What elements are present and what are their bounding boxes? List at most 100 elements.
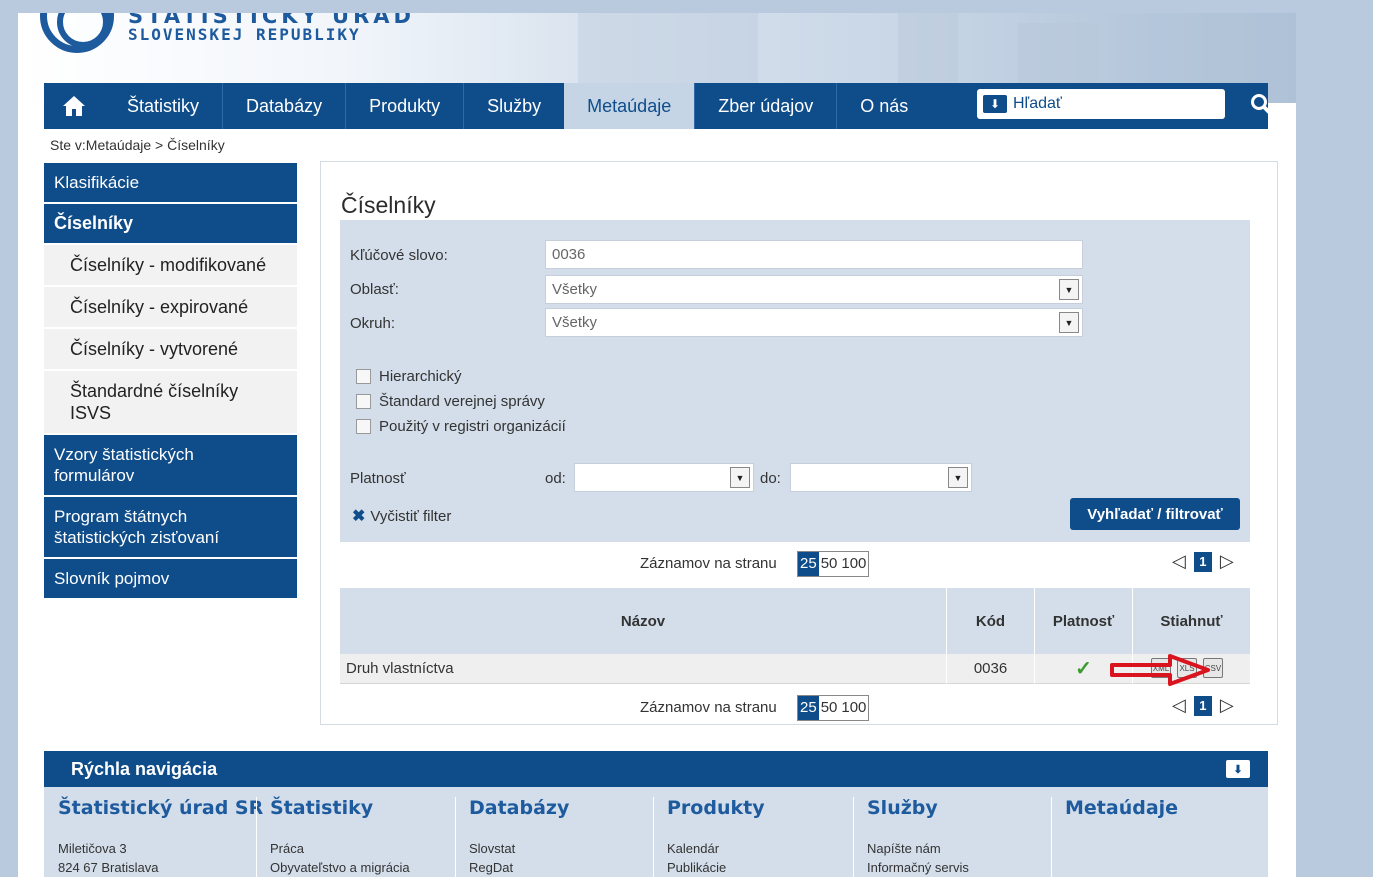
footer-link[interactable]: Napíšte nám: [867, 839, 969, 858]
circuit-select[interactable]: Všetky ▼: [545, 308, 1083, 337]
keyword-input[interactable]: [545, 240, 1083, 269]
close-icon: ✖: [352, 508, 366, 525]
footer-column-sluzby: Služby Napíšte nám Informačný servis: [867, 797, 969, 877]
footer-heading[interactable]: Štatistický úrad SR: [58, 797, 263, 819]
footer-link[interactable]: RegDat: [469, 858, 569, 877]
prev-page-icon[interactable]: ◁: [1172, 551, 1186, 572]
page-size-selector: 25 50 100: [797, 551, 870, 577]
page-size-25[interactable]: 25: [798, 696, 819, 720]
column-header-platnost[interactable]: Platnosť: [1035, 588, 1133, 654]
nav-item-o-nas[interactable]: O nás: [836, 83, 931, 129]
footer-line: Miletičova 3: [58, 841, 127, 856]
sidebar-item-program-zistovani[interactable]: Program štátnych štatistických zisťovaní: [44, 497, 297, 559]
page-size-50[interactable]: 50: [819, 552, 840, 576]
quick-navigation-bar[interactable]: Rýchla navigácia ⬇: [44, 751, 1268, 787]
column-header-nazov[interactable]: Názov: [340, 588, 947, 654]
pager-top: Záznamov na stranu 25 50 100 ◁ 1 ▷: [340, 551, 1250, 577]
footer-column-databazy: Databázy Slovstat RegDat: [469, 797, 569, 877]
footer-line: 824 67 Bratislava: [58, 860, 159, 875]
validity-from-select[interactable]: ▼: [574, 463, 754, 492]
validity-label: Platnosť: [350, 470, 406, 487]
page-size-label: Záznamov na stranu: [640, 555, 777, 572]
nav-item-databazy[interactable]: Databázy: [222, 83, 345, 129]
nav-item-sluzby[interactable]: Služby: [463, 83, 564, 129]
page-size-100[interactable]: 100: [839, 552, 868, 576]
sidebar-item-vzory-formularov[interactable]: Vzory štatistických formulárov: [44, 435, 297, 497]
filter-form: Kľúčové slovo: Oblasť: Všetky ▼ Okruh: V…: [340, 220, 1250, 542]
search-icon[interactable]: [1250, 93, 1274, 123]
footer-column-statistiky: Štatistiky Práca Obyvateľstvo a migrácia: [270, 797, 410, 877]
area-select[interactable]: Všetky ▼: [545, 275, 1083, 304]
sidebar-item-slovnik-pojmov[interactable]: Slovník pojmov: [44, 559, 297, 600]
nav-item-statistiky[interactable]: Štatistiky: [104, 83, 222, 129]
nav-item-zber-udajov[interactable]: Zber údajov: [694, 83, 836, 129]
sidebar-subitem-expirovane[interactable]: Číselníky - expirované: [44, 287, 297, 329]
footer-heading[interactable]: Štatistiky: [270, 797, 410, 819]
circuit-select-value: Všetky: [552, 314, 598, 331]
next-page-icon[interactable]: ▷: [1220, 551, 1234, 572]
checkbox-box[interactable]: [356, 394, 371, 409]
checkbox-label: Hierarchický: [379, 368, 462, 385]
checkbox-box[interactable]: [356, 419, 371, 434]
footer-divider: [853, 797, 854, 877]
column-header-stiahnut[interactable]: Stiahnuť: [1133, 588, 1250, 654]
footer-link[interactable]: Obyvateľstvo a migrácia: [270, 858, 410, 877]
page-size-label: Záznamov na stranu: [640, 699, 777, 716]
breadcrumb[interactable]: Ste v:Metaúdaje > Číselníky: [50, 137, 225, 153]
footer-link[interactable]: Práca: [270, 839, 410, 858]
sidebar: Klasifikácie Číselníky Číselníky - modif…: [44, 163, 297, 600]
pagination: ◁ 1 ▷: [1172, 551, 1234, 572]
sidebar-subitem-vytvorene[interactable]: Číselníky - vytvorené: [44, 329, 297, 371]
footer-heading[interactable]: Produkty: [667, 797, 765, 819]
table-cell-nazov[interactable]: Druh vlastníctva: [340, 654, 947, 684]
page-size-50[interactable]: 50: [819, 696, 840, 720]
pager-bottom: Záznamov na stranu 25 50 100 ◁ 1 ▷: [340, 695, 1250, 721]
chevron-down-icon[interactable]: ▼: [1059, 312, 1079, 333]
checkbox-box[interactable]: [356, 369, 371, 384]
expand-icon[interactable]: ⬇: [1226, 760, 1250, 778]
to-label: do:: [760, 470, 781, 487]
footer-heading[interactable]: Metaúdaje: [1065, 797, 1178, 819]
page-size-25[interactable]: 25: [798, 552, 819, 576]
prev-page-icon[interactable]: ◁: [1172, 695, 1186, 716]
current-page[interactable]: 1: [1193, 695, 1212, 716]
footer-link[interactable]: Informačný servis: [867, 858, 969, 877]
nav-item-produkty[interactable]: Produkty: [345, 83, 463, 129]
footer-heading[interactable]: Databázy: [469, 797, 569, 819]
sidebar-subitem-modifikovane[interactable]: Číselníky - modifikované: [44, 245, 297, 287]
sidebar-subitem-standardne-isvs[interactable]: Štandardné číselníky ISVS: [44, 371, 297, 435]
page-title: Číselníky: [341, 192, 436, 218]
logo-icon[interactable]: [40, 13, 114, 53]
chevron-down-icon[interactable]: ▼: [730, 467, 750, 488]
sidebar-item-ciselniky[interactable]: Číselníky: [44, 204, 297, 245]
footer-column-metaudaje: Metaúdaje: [1065, 797, 1178, 839]
main-panel: Číselníky Kľúčové slovo: Oblasť: Všetky …: [320, 161, 1278, 725]
home-icon[interactable]: [44, 83, 104, 129]
footer-link[interactable]: Publikácie: [667, 858, 765, 877]
next-page-icon[interactable]: ▷: [1220, 695, 1234, 716]
page-size-100[interactable]: 100: [839, 696, 868, 720]
download-icon[interactable]: ⬇: [983, 95, 1007, 113]
checkbox-pouzity-v-registri[interactable]: Použitý v registri organizácií: [356, 418, 566, 435]
search-input[interactable]: [1013, 95, 1213, 113]
column-header-kod[interactable]: Kód: [947, 588, 1035, 654]
sidebar-item-klasifikacie[interactable]: Klasifikácie: [44, 163, 297, 204]
footer-divider: [1051, 797, 1052, 877]
clear-filter-link[interactable]: ✖ Vyčistiť filter: [352, 506, 451, 526]
footer-column-produkty: Produkty Kalendár Publikácie: [667, 797, 765, 877]
footer-link[interactable]: Kalendár: [667, 839, 765, 858]
circuit-label: Okruh:: [350, 315, 396, 332]
checkbox-hierarchicky[interactable]: Hierarchický: [356, 368, 462, 385]
chevron-down-icon[interactable]: ▼: [1059, 279, 1079, 300]
footer-heading[interactable]: Služby: [867, 797, 969, 819]
footer-link[interactable]: Slovstat: [469, 839, 569, 858]
from-label: od:: [545, 470, 566, 487]
chevron-down-icon[interactable]: ▼: [948, 467, 968, 488]
search-filter-button[interactable]: Vyhľadať / filtrovať: [1070, 498, 1240, 530]
logo-subtitle[interactable]: SLOVENSKEJ REPUBLIKY: [128, 25, 361, 44]
area-select-value: Všetky: [552, 281, 598, 298]
nav-item-metaudaje[interactable]: Metaúdaje: [564, 83, 695, 129]
validity-to-select[interactable]: ▼: [790, 463, 972, 492]
current-page[interactable]: 1: [1193, 551, 1212, 572]
checkbox-standard-verejnej-spravy[interactable]: Štandard verejnej správy: [356, 393, 545, 410]
